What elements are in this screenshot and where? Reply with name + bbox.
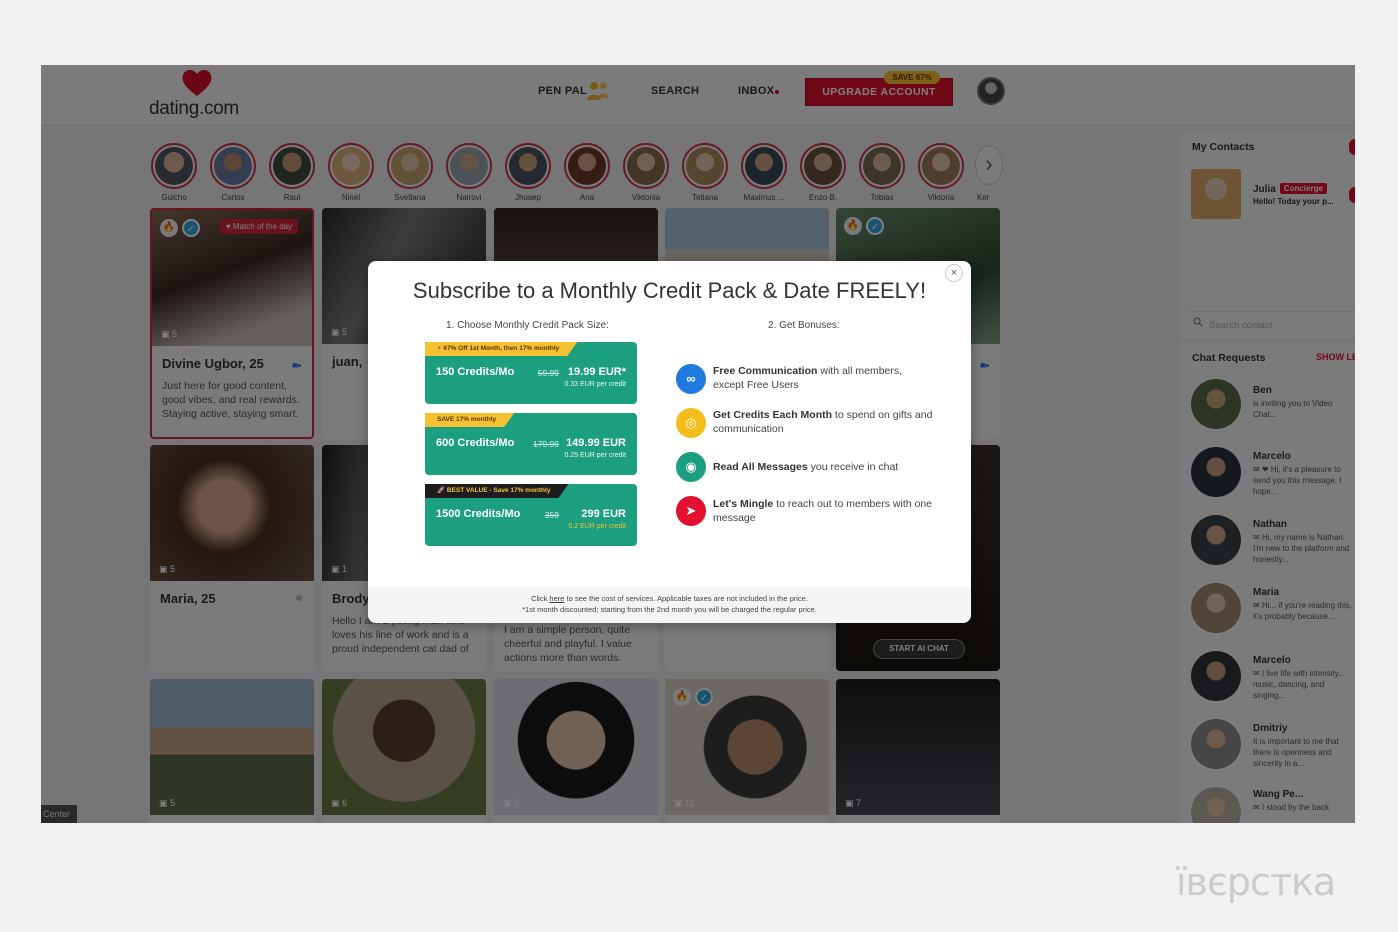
- pack-credits: 150 Credits/Mo: [436, 366, 515, 378]
- credit-pack-1500[interactable]: 🚀 BEST VALUE - Save 17% monthly 1500 Cre…: [425, 484, 637, 546]
- pack-price: 19.99 EUR*: [567, 366, 626, 378]
- bonus-read-messages: Read All Messages you receive in chat: [713, 460, 933, 474]
- bonus-desc: you receive in chat: [807, 461, 899, 473]
- cost-of-services-link[interactable]: here: [549, 594, 564, 603]
- footer-text: to see the cost of services. Applicable …: [564, 594, 808, 603]
- watermark-logo: ївєрстка: [1176, 860, 1336, 904]
- pack-tag: 🚀 BEST VALUE - Save 17% monthly: [425, 484, 568, 498]
- bonus-free-communication: Free Communication with all members, exc…: [713, 364, 933, 392]
- pack-old-price: 359: [544, 510, 559, 520]
- step2-label: 2. Get Bonuses:: [768, 320, 840, 331]
- bonus-lets-mingle: Let's Mingle to reach out to members wit…: [713, 497, 933, 525]
- pack-price: 149.99 EUR: [566, 437, 626, 449]
- step1-label: 1. Choose Monthly Credit Pack Size:: [446, 320, 609, 331]
- pack-old-price: 59.99: [537, 368, 559, 378]
- chat-bubble-icon: ◉: [676, 452, 706, 482]
- modal-title: Subscribe to a Monthly Credit Pack & Dat…: [412, 278, 927, 303]
- pack-tag: SAVE 17% monthly: [425, 413, 514, 427]
- pack-old-price: 179.99: [533, 439, 559, 449]
- pack-per-credit: 0.33 EUR per credit: [564, 381, 626, 388]
- footer-note: *1st month discounted; starting from the…: [522, 605, 817, 614]
- app-screenshot: dating.com PEN PAL SEARCH INBOX UPGRADE …: [41, 65, 1355, 823]
- bonus-title: Read All Messages: [713, 461, 808, 473]
- subscribe-modal: × Subscribe to a Monthly Credit Pack & D…: [368, 261, 971, 623]
- send-icon: ➤: [676, 496, 706, 526]
- credit-pack-150[interactable]: ⚡ 67% Off 1st Month, then 17% monthly 15…: [425, 342, 637, 404]
- pack-credits: 600 Credits/Mo: [436, 437, 515, 449]
- footer-text: Click: [531, 594, 550, 603]
- bonus-title: Free Communication: [713, 365, 818, 377]
- coin-icon: ◎: [676, 408, 706, 438]
- pack-per-credit: 0.25 EUR per credit: [564, 452, 626, 459]
- pack-per-credit: 0.2 EUR per credit: [568, 523, 626, 530]
- credit-pack-600[interactable]: SAVE 17% monthly 600 Credits/Mo 179.99 1…: [425, 413, 637, 475]
- pack-price: 299 EUR: [581, 508, 626, 520]
- modal-footer: Click here to see the cost of services. …: [368, 587, 971, 623]
- bonus-monthly-credits: Get Credits Each Month to spend on gifts…: [713, 408, 933, 436]
- bonus-title: Get Credits Each Month: [713, 409, 833, 421]
- bonus-title: Let's Mingle: [713, 498, 774, 510]
- pack-credits: 1500 Credits/Mo: [436, 508, 521, 520]
- infinity-icon: ∞: [676, 364, 706, 394]
- pack-tag: ⚡ 67% Off 1st Month, then 17% monthly: [425, 342, 577, 356]
